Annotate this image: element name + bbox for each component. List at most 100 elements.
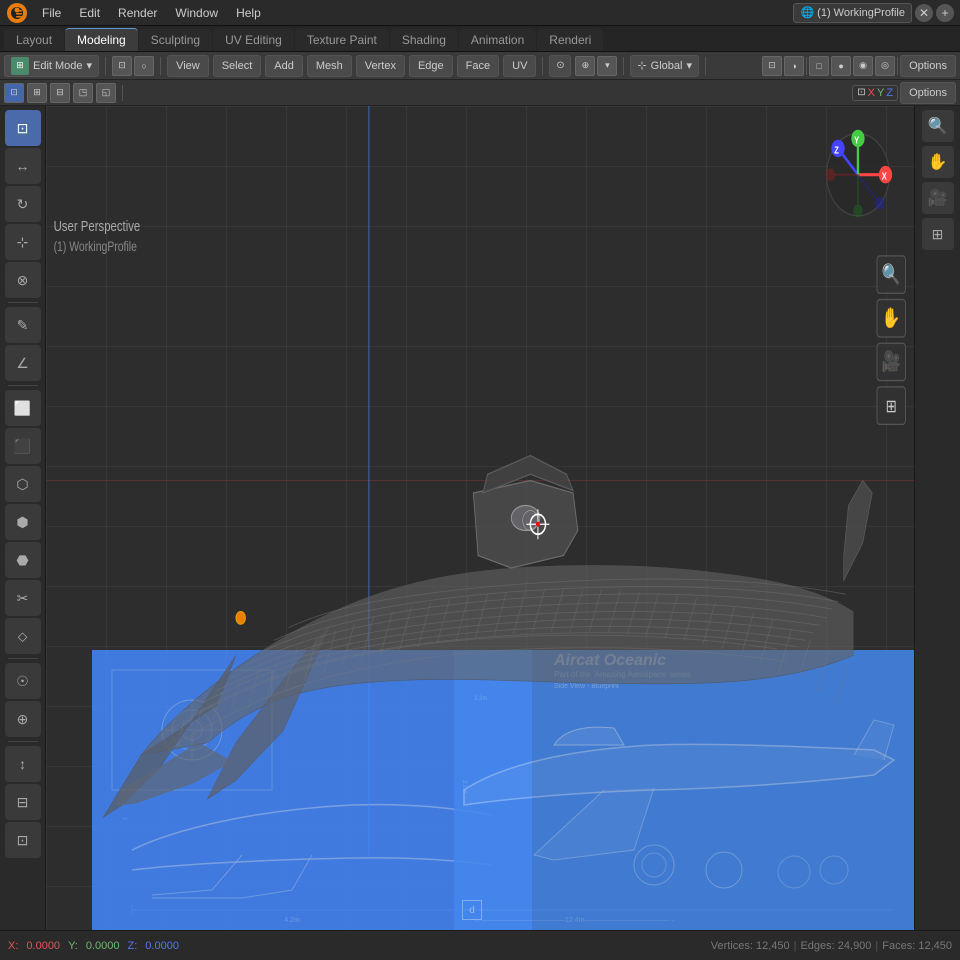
tool-knife[interactable]: ✂: [5, 580, 41, 616]
header-icon-5[interactable]: ◱: [96, 83, 116, 103]
svg-text:🎥: 🎥: [882, 349, 901, 373]
coords-bar: X: 0.0000 Y: 0.0000 Z: 0.0000 Vertices: …: [0, 930, 960, 960]
sep4: [623, 57, 624, 75]
z-label[interactable]: Z: [886, 87, 893, 99]
scene-selector[interactable]: 🌐 (1) WorkingProfile: [793, 3, 912, 23]
snap-group: ⊕ ▾: [575, 56, 617, 76]
coords-y-label: Y:: [68, 940, 78, 952]
face-btn[interactable]: Face: [457, 55, 499, 77]
tool-smooth[interactable]: ☉: [5, 663, 41, 699]
scene-close-btn[interactable]: ✕: [915, 4, 933, 22]
sep5: [705, 57, 706, 75]
scene-add-btn[interactable]: +: [936, 4, 954, 22]
header-icon-4[interactable]: ◳: [73, 83, 93, 103]
overlay-icon[interactable]: ⊡: [762, 56, 782, 76]
menu-file[interactable]: File: [34, 4, 69, 22]
tab-sculpting[interactable]: Sculpting: [139, 29, 212, 51]
options-right-btn[interactable]: Options: [900, 82, 956, 104]
header-icon-1[interactable]: ⊡: [4, 83, 24, 103]
sep-r1: [806, 57, 807, 75]
tool-extrude[interactable]: ⬛: [5, 428, 41, 464]
top-menu-bar: File Edit Render Window Help 🌐 (1) Worki…: [0, 0, 960, 26]
tool-bevel[interactable]: ⬢: [5, 504, 41, 540]
edge-btn[interactable]: Edge: [409, 55, 453, 77]
status-vertices: Vertices: 12,450: [711, 940, 790, 952]
menu-edit[interactable]: Edit: [71, 4, 108, 22]
orientation-icon: ⊹: [637, 59, 646, 72]
orientation-dropdown: ▾: [686, 59, 692, 72]
viewport-perspective-text: User Perspective: [54, 217, 141, 234]
tool-rotate[interactable]: ↻: [5, 186, 41, 222]
status-edges: Edges: 24,900: [800, 940, 871, 952]
tab-shading[interactable]: Shading: [390, 29, 458, 51]
select-btn[interactable]: Select: [213, 55, 262, 77]
uv-btn[interactable]: UV: [503, 55, 536, 77]
vertex-btn[interactable]: Vertex: [356, 55, 405, 77]
scene-icon: 🌐: [800, 6, 814, 19]
svg-text:Z: Z: [834, 144, 839, 155]
shading-icon[interactable]: ◑: [784, 56, 804, 76]
right-tool-ortho[interactable]: ⊞: [922, 218, 954, 250]
menu-render[interactable]: Render: [110, 4, 165, 22]
coords-x-label: X:: [8, 940, 18, 952]
right-tool-pan[interactable]: ✋: [922, 146, 954, 178]
shading-solid-btn[interactable]: ●: [831, 56, 851, 76]
tool-inset[interactable]: ⬡: [5, 466, 41, 502]
tab-modeling[interactable]: Modeling: [65, 28, 138, 51]
right-tool-zoom[interactable]: 🔍: [922, 110, 954, 142]
viewport[interactable]: ← 4.2m: [46, 106, 914, 930]
tool-shear[interactable]: ⊡: [5, 822, 41, 858]
tab-texture-paint[interactable]: Texture Paint: [295, 29, 389, 51]
tool-push-pull[interactable]: ⊟: [5, 784, 41, 820]
tool-scale[interactable]: ⊹: [5, 224, 41, 260]
snap-btn[interactable]: ⊕: [575, 56, 595, 76]
mesh-svg: // This can't run in SVG context, dots a…: [46, 106, 914, 930]
x-label[interactable]: X: [868, 87, 875, 99]
scene-label: (1) WorkingProfile: [817, 7, 905, 19]
right-tool-camera[interactable]: 🎥: [922, 182, 954, 214]
proportional-btn[interactable]: ⊙: [549, 55, 571, 77]
mode-dropdown-icon: ▾: [87, 59, 93, 72]
transform-icon-1[interactable]: ⊡: [112, 56, 132, 76]
tab-rendering[interactable]: Renderi: [537, 29, 603, 51]
shading-render-btn[interactable]: ◎: [875, 56, 895, 76]
tab-animation[interactable]: Animation: [459, 29, 536, 51]
right-panel-icons: 🔍 ✋ 🎥 ⊞: [877, 256, 905, 425]
options-btn[interactable]: Options: [900, 55, 956, 77]
tab-uv-editing[interactable]: UV Editing: [213, 29, 294, 51]
mesh-btn[interactable]: Mesh: [307, 55, 352, 77]
transform-orientation[interactable]: ⊹ Global ▾: [630, 55, 699, 77]
header-left-icons: ⊡ ⊞ ⊟ ◳ ◱: [4, 83, 116, 103]
add-btn[interactable]: Add: [265, 55, 303, 77]
tool-add-cube[interactable]: ⬜: [5, 390, 41, 426]
sep2: [160, 57, 161, 75]
tool-select[interactable]: ⊡: [5, 110, 41, 146]
tool-move[interactable]: ↔: [5, 148, 41, 184]
snap-options-btn[interactable]: ▾: [597, 56, 617, 76]
transform-icon-2[interactable]: ○: [134, 56, 154, 76]
orientation-label: Global: [651, 60, 683, 72]
mode-selector[interactable]: ⊞ Edit Mode ▾: [4, 55, 99, 77]
tool-bisect[interactable]: ⬦: [5, 618, 41, 654]
viewport-scene-text: (1) WorkingProfile: [54, 238, 137, 254]
tool-measure[interactable]: ∠: [5, 345, 41, 381]
status-icons: Vertices: 12,450 | Edges: 24,900 | Faces…: [711, 940, 952, 952]
tool-transform[interactable]: ⊗: [5, 262, 41, 298]
view-btn[interactable]: View: [167, 55, 209, 77]
menu-window[interactable]: Window: [167, 4, 226, 22]
header-icon-3[interactable]: ⊟: [50, 83, 70, 103]
second-sep: [122, 85, 123, 101]
y-label[interactable]: Y: [877, 87, 884, 99]
tool-shrink-fatten[interactable]: ↕: [5, 746, 41, 782]
tab-layout[interactable]: Layout: [4, 29, 64, 51]
second-toolbar: ⊡ ⊞ ⊟ ◳ ◱ ⊡ X Y Z Options: [0, 80, 960, 106]
status-sep: |: [794, 940, 797, 952]
menu-help[interactable]: Help: [228, 4, 269, 22]
status-sep2: |: [875, 940, 878, 952]
tool-edge-slide[interactable]: ⊕: [5, 701, 41, 737]
shading-material-btn[interactable]: ◉: [853, 56, 873, 76]
header-icon-2[interactable]: ⊞: [27, 83, 47, 103]
tool-annotate[interactable]: ✎: [5, 307, 41, 343]
xray-btn[interactable]: □: [809, 56, 829, 76]
tool-loop-cut[interactable]: ⬣: [5, 542, 41, 578]
